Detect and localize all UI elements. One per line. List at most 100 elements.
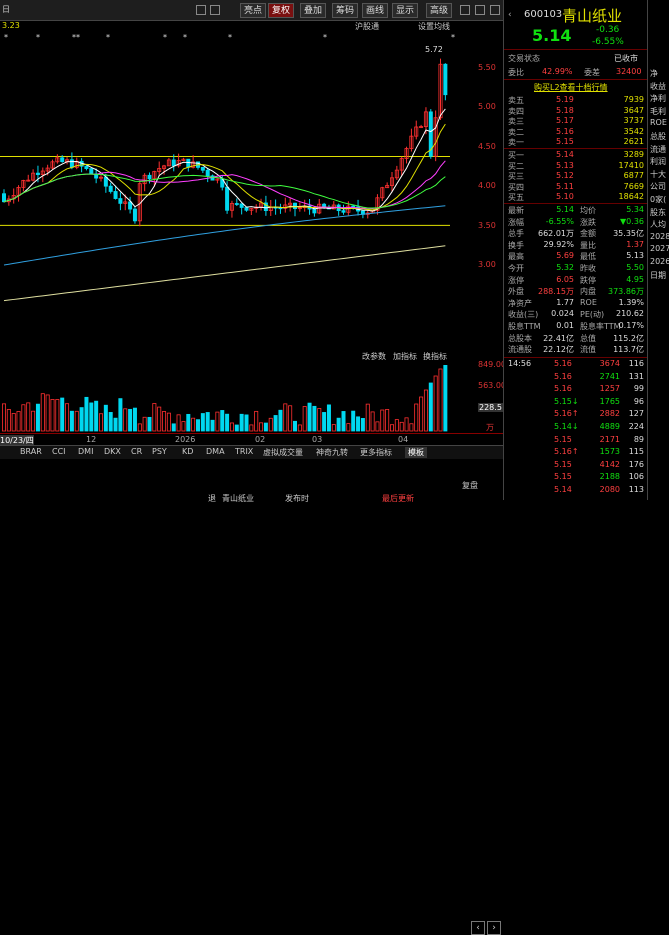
sells-price[interactable]: 5.16 bbox=[556, 127, 574, 136]
volume-bar[interactable] bbox=[210, 419, 215, 432]
volume-bar[interactable] bbox=[341, 411, 346, 432]
display-button[interactable]: 显示 bbox=[392, 3, 419, 18]
volume-bar[interactable] bbox=[259, 422, 264, 432]
candle-body[interactable] bbox=[132, 208, 137, 222]
volume-bar[interactable] bbox=[229, 422, 234, 432]
volume-bar[interactable] bbox=[302, 406, 307, 432]
candle-body[interactable] bbox=[341, 210, 346, 213]
volume-bar[interactable] bbox=[292, 420, 297, 432]
set-ma-link[interactable]: 设置均线 bbox=[418, 21, 450, 32]
candle-body[interactable] bbox=[205, 169, 210, 177]
volume-bar[interactable] bbox=[385, 409, 390, 432]
tab-dmi[interactable]: DMI bbox=[78, 447, 93, 456]
f10-item[interactable]: 日期 bbox=[650, 270, 666, 281]
volume-chart[interactable] bbox=[0, 365, 478, 433]
volume-bar[interactable] bbox=[419, 396, 424, 432]
volume-bar[interactable] bbox=[186, 413, 191, 432]
candle-body[interactable] bbox=[186, 158, 191, 168]
volume-bar[interactable] bbox=[162, 411, 167, 432]
volume-bar[interactable] bbox=[171, 423, 176, 432]
volume-bar[interactable] bbox=[409, 423, 414, 432]
volume-bar[interactable] bbox=[404, 417, 409, 432]
volume-bar[interactable] bbox=[2, 403, 7, 432]
volume-bar[interactable] bbox=[69, 410, 74, 432]
volume-bar[interactable] bbox=[11, 413, 16, 432]
volume-bar[interactable] bbox=[157, 406, 162, 432]
f10-item[interactable]: 毛利 bbox=[650, 106, 666, 117]
volume-bar[interactable] bbox=[263, 422, 268, 432]
event-star[interactable]: * bbox=[451, 33, 455, 42]
candle-body[interactable] bbox=[108, 185, 113, 192]
buys-price[interactable]: 5.12 bbox=[556, 171, 574, 180]
volume-bar[interactable] bbox=[31, 410, 36, 432]
volume-bar[interactable] bbox=[307, 402, 312, 432]
buys-price[interactable]: 5.13 bbox=[556, 161, 574, 170]
f10-item[interactable]: 0家( bbox=[650, 194, 666, 205]
volume-bar[interactable] bbox=[205, 412, 210, 432]
tab-dkx[interactable]: DKX bbox=[104, 447, 121, 456]
add-indicator-button[interactable]: 加指标 bbox=[393, 351, 417, 362]
tab-nine-turn[interactable]: 神奇九转 bbox=[316, 447, 348, 458]
volume-bar[interactable] bbox=[331, 424, 336, 432]
volume-bar[interactable] bbox=[244, 414, 249, 432]
tab-kd[interactable]: KD bbox=[182, 447, 193, 456]
volume-bar[interactable] bbox=[181, 421, 186, 432]
volume-bar[interactable] bbox=[297, 424, 302, 432]
scroll-left-button[interactable]: ‹ bbox=[471, 921, 485, 935]
window-icon[interactable] bbox=[210, 5, 220, 15]
candle-body[interactable] bbox=[171, 159, 176, 167]
f10-item[interactable]: ROE bbox=[650, 118, 667, 127]
f10-item[interactable]: 净利 bbox=[650, 93, 666, 104]
f10-item[interactable]: 总股 bbox=[650, 131, 666, 142]
volume-bar[interactable] bbox=[132, 407, 137, 432]
volume-bar[interactable] bbox=[234, 424, 239, 432]
event-star[interactable]: * bbox=[36, 33, 40, 42]
volume-bar[interactable] bbox=[249, 424, 254, 432]
event-star[interactable]: ** bbox=[72, 33, 80, 42]
event-star[interactable]: * bbox=[163, 33, 167, 42]
volume-bar[interactable] bbox=[147, 416, 152, 432]
volume-bar[interactable] bbox=[65, 403, 70, 432]
candle-body[interactable] bbox=[234, 203, 239, 205]
f10-item[interactable]: 2026 bbox=[650, 257, 669, 266]
volume-bar[interactable] bbox=[351, 410, 356, 432]
f10-item[interactable]: 净 bbox=[650, 68, 658, 79]
candle-body[interactable] bbox=[239, 203, 244, 208]
volume-bar[interactable] bbox=[176, 414, 181, 432]
volume-bar[interactable] bbox=[6, 409, 11, 432]
volume-bar[interactable] bbox=[79, 407, 84, 432]
candle-body[interactable] bbox=[113, 191, 118, 199]
sells-price[interactable]: 5.17 bbox=[556, 116, 574, 125]
tab-template[interactable]: 模板 bbox=[405, 447, 427, 458]
volume-bar[interactable] bbox=[336, 417, 341, 432]
volume-bar[interactable] bbox=[113, 417, 118, 432]
candle-body[interactable] bbox=[84, 165, 89, 169]
volume-bar[interactable] bbox=[137, 423, 142, 432]
sells-price[interactable]: 5.18 bbox=[556, 106, 574, 115]
adjust-button[interactable]: 复权 bbox=[268, 3, 295, 18]
f10-item[interactable]: 人均 bbox=[650, 219, 666, 230]
volume-bar[interactable] bbox=[128, 408, 133, 432]
tab-virtual-volume[interactable]: 虚拟成交量 bbox=[263, 447, 303, 458]
hk-connect-label[interactable]: 沪股通 bbox=[355, 21, 379, 32]
volume-bar[interactable] bbox=[74, 410, 79, 432]
prev-stock-icon[interactable]: ‹ bbox=[508, 10, 512, 20]
volume-bar[interactable] bbox=[195, 419, 200, 432]
volume-bar[interactable] bbox=[225, 413, 230, 432]
volume-bar[interactable] bbox=[21, 404, 26, 432]
f10-item[interactable]: 2027 bbox=[650, 244, 669, 253]
advanced-button[interactable]: 高级 bbox=[426, 3, 453, 18]
switch-indicator-button[interactable]: 换指标 bbox=[423, 351, 447, 362]
f10-item[interactable]: 收益 bbox=[650, 81, 666, 92]
candle-body[interactable] bbox=[225, 186, 230, 211]
event-star[interactable]: * bbox=[183, 33, 187, 42]
volume-bar[interactable] bbox=[346, 423, 351, 432]
volume-bar[interactable] bbox=[215, 411, 220, 432]
volume-bar[interactable] bbox=[268, 417, 273, 432]
candle-body[interactable] bbox=[69, 159, 74, 168]
highlight-button[interactable]: 亮点 bbox=[240, 3, 267, 18]
buys-price[interactable]: 5.11 bbox=[556, 182, 574, 191]
volume-bar[interactable] bbox=[200, 413, 205, 432]
event-star[interactable]: * bbox=[323, 33, 327, 42]
tab-more[interactable]: 更多指标 bbox=[360, 447, 392, 458]
